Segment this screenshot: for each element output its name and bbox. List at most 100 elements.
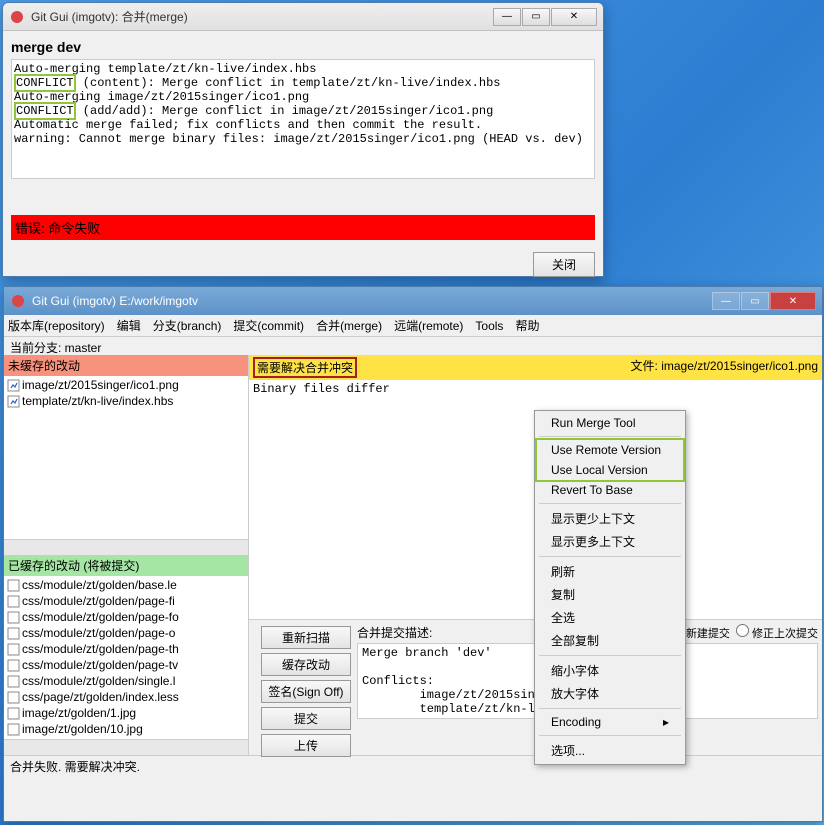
- file-icon: [6, 379, 20, 392]
- file-name: image/zt/golden/11.jpg: [22, 738, 142, 739]
- file-name: css/page/zt/golden/index.less: [22, 690, 179, 704]
- separator: [539, 735, 681, 736]
- menu-tools[interactable]: Tools: [475, 319, 503, 333]
- list-item[interactable]: image/zt/golden/1.jpg: [4, 705, 248, 721]
- menu-branch[interactable]: 分支(branch): [153, 317, 222, 334]
- list-item[interactable]: css/page/zt/golden/index.less: [4, 689, 248, 705]
- unstaged-file-list: image/zt/2015singer/ico1.png template/zt/…: [4, 376, 248, 539]
- file-icon: [6, 723, 20, 736]
- file-icon: [6, 611, 20, 624]
- file-name: css/module/zt/golden/base.le: [22, 578, 177, 592]
- staged-file-list: css/module/zt/golden/base.le css/module/z…: [4, 576, 248, 739]
- main-window-title: Git Gui (imgotv) E:/work/imgotv: [32, 294, 711, 308]
- file-icon: [6, 643, 20, 656]
- file-icon: [6, 595, 20, 608]
- file-icon: [6, 691, 20, 704]
- ctx-copy-all[interactable]: 全部复制: [537, 629, 683, 652]
- scrollbar[interactable]: [4, 739, 248, 755]
- separator: [539, 503, 681, 504]
- list-item[interactable]: css/module/zt/golden/base.le: [4, 577, 248, 593]
- ctx-run-merge-tool[interactable]: Run Merge Tool: [537, 413, 683, 433]
- conflict-header-bar: 需要解决合并冲突 文件: image/zt/2015singer/ico1.pn…: [249, 355, 822, 380]
- merge-dialog-window: Git Gui (imgotv): 合并(merge) — ▭ ✕ merge …: [2, 2, 604, 277]
- ctx-more-context[interactable]: 显示更多上下文: [537, 530, 683, 553]
- ctx-use-local[interactable]: Use Local Version: [537, 460, 683, 480]
- separator: [539, 436, 681, 437]
- list-item[interactable]: css/module/zt/golden/page-o: [4, 625, 248, 641]
- ctx-revert-base[interactable]: Revert To Base: [537, 480, 683, 500]
- ctx-copy[interactable]: 复制: [537, 583, 683, 606]
- file-name: css/module/zt/golden/page-fi: [22, 594, 175, 608]
- list-item[interactable]: template/zt/kn-live/index.hbs: [4, 393, 248, 409]
- list-item[interactable]: css/module/zt/golden/page-fo: [4, 609, 248, 625]
- need-resolve-label: 需要解决合并冲突: [253, 357, 357, 378]
- merge-window-title: Git Gui (imgotv): 合并(merge): [31, 8, 493, 25]
- menu-commit[interactable]: 提交(commit): [233, 317, 304, 334]
- close-window-button[interactable]: ✕: [551, 8, 597, 26]
- separator: [539, 556, 681, 557]
- ctx-bigger-font[interactable]: 放大字体: [537, 682, 683, 705]
- scrollbar[interactable]: [4, 539, 248, 555]
- file-name: css/module/zt/golden/page-tv: [22, 658, 178, 672]
- error-bar: 错误: 命令失败: [11, 215, 595, 240]
- highlighted-remote-local: Use Remote Version Use Local Version: [535, 438, 685, 482]
- chevron-right-icon: ▸: [663, 715, 669, 729]
- diff-text: Binary files differ: [253, 382, 390, 396]
- close-button[interactable]: 关闭: [533, 252, 595, 277]
- current-branch-label: 当前分支: master: [4, 337, 822, 355]
- ctx-options[interactable]: 选项...: [537, 739, 683, 762]
- file-name: template/zt/kn-live/index.hbs: [22, 394, 173, 408]
- minimize-button[interactable]: —: [493, 8, 521, 26]
- git-icon: [10, 293, 26, 309]
- ctx-smaller-font[interactable]: 缩小字体: [537, 659, 683, 682]
- list-item[interactable]: css/module/zt/golden/single.l: [4, 673, 248, 689]
- file-icon: [6, 579, 20, 592]
- git-icon: [9, 9, 25, 25]
- push-button[interactable]: 上传: [261, 734, 351, 757]
- file-icon: [6, 675, 20, 688]
- ctx-use-remote[interactable]: Use Remote Version: [537, 440, 683, 460]
- menubar: 版本库(repository) 编辑 分支(branch) 提交(commit)…: [4, 315, 822, 337]
- list-item[interactable]: image/zt/2015singer/ico1.png: [4, 377, 248, 393]
- minimize-button[interactable]: —: [712, 292, 740, 310]
- ctx-select-all[interactable]: 全选: [537, 606, 683, 629]
- unstaged-header: 未缓存的改动: [4, 355, 248, 376]
- list-item[interactable]: image/zt/golden/10.jpg: [4, 721, 248, 737]
- file-name: image/zt/golden/10.jpg: [22, 722, 143, 736]
- file-name: css/module/zt/golden/page-fo: [22, 610, 179, 624]
- menu-help[interactable]: 帮助: [515, 317, 539, 334]
- menu-repository[interactable]: 版本库(repository): [8, 317, 105, 334]
- file-label: 文件:: [631, 359, 658, 373]
- separator: [539, 708, 681, 709]
- signoff-button[interactable]: 签名(Sign Off): [261, 680, 351, 703]
- commit-button[interactable]: 提交: [261, 707, 351, 730]
- rescan-button[interactable]: 重新扫描: [261, 626, 351, 649]
- list-item[interactable]: css/module/zt/golden/page-fi: [4, 593, 248, 609]
- file-name: image/zt/golden/1.jpg: [22, 706, 136, 720]
- menu-merge[interactable]: 合并(merge): [316, 317, 382, 334]
- file-icon: [6, 627, 20, 640]
- list-item[interactable]: css/module/zt/golden/page-tv: [4, 657, 248, 673]
- ctx-less-context[interactable]: 显示更少上下文: [537, 507, 683, 530]
- ctx-encoding[interactable]: Encoding ▸: [537, 712, 683, 732]
- file-name: css/module/zt/golden/page-th: [22, 642, 179, 656]
- file-icon: [6, 659, 20, 672]
- list-item[interactable]: css/module/zt/golden/page-th: [4, 641, 248, 657]
- close-window-button[interactable]: ✕: [770, 292, 816, 310]
- context-menu: Run Merge Tool Use Remote Version Use Lo…: [534, 410, 686, 765]
- file-icon: [6, 739, 20, 740]
- file-icon: [6, 395, 20, 408]
- list-item[interactable]: image/zt/golden/11.jpg: [4, 737, 248, 739]
- menu-remote[interactable]: 远端(remote): [394, 317, 463, 334]
- file-name: image/zt/2015singer/ico1.png: [22, 378, 179, 392]
- conflict-file-path: image/zt/2015singer/ico1.png: [661, 359, 818, 373]
- menu-edit[interactable]: 编辑: [117, 317, 141, 334]
- staged-header: 已缓存的改动 (将被提交): [4, 555, 248, 576]
- radio-amend-commit[interactable]: 修正上次提交: [736, 624, 818, 641]
- commit-desc-label: 合并提交描述:: [357, 624, 432, 641]
- ctx-refresh[interactable]: 刷新: [537, 560, 683, 583]
- maximize-button[interactable]: ▭: [741, 292, 769, 310]
- file-name: css/module/zt/golden/single.l: [22, 674, 175, 688]
- maximize-button[interactable]: ▭: [522, 8, 550, 26]
- stage-button[interactable]: 缓存改动: [261, 653, 351, 676]
